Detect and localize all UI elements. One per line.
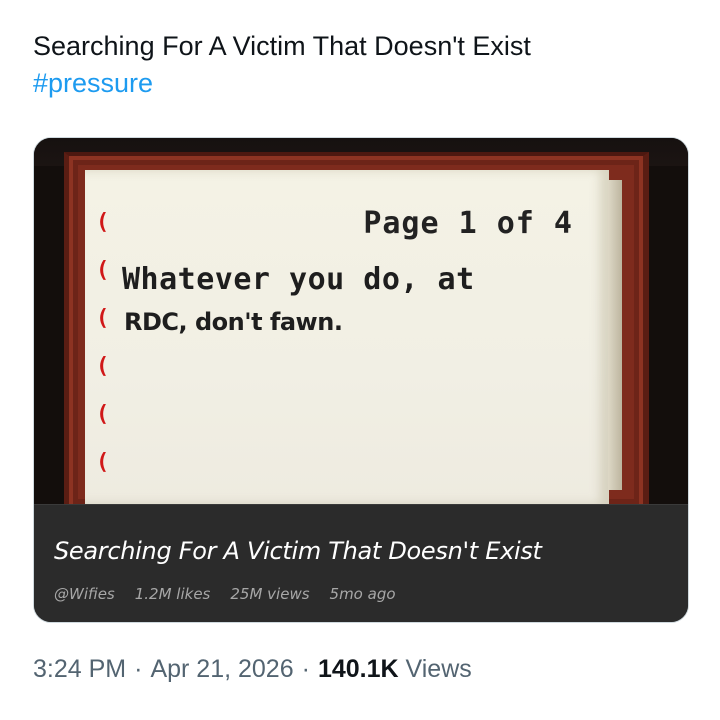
views-count: 140.1K xyxy=(317,655,399,683)
note-text-line-1: Whatever you do, at xyxy=(122,262,475,297)
media-thumbnail: ( ( ( ( ( ( Page 1 of 4 Whatever you do,… xyxy=(34,138,688,508)
post-date[interactable]: Apr 21, 2026 xyxy=(150,655,293,684)
video-likes: 1.2M likes xyxy=(134,585,211,603)
separator-dot: · xyxy=(134,655,143,683)
video-age: 5mo ago xyxy=(329,585,396,603)
binding-mark: ( xyxy=(96,210,110,235)
video-author: @Wifies xyxy=(54,585,115,603)
note-text-line-2: RDC, don't fawn. xyxy=(124,308,343,336)
tweet-body: Searching For A Victim That Doesn't Exis… xyxy=(33,31,531,61)
video-caption-bar: Searching For A Victim That Doesn't Exis… xyxy=(34,504,688,622)
note-page-number: Page 1 of 4 xyxy=(363,206,573,241)
views-label: Views xyxy=(405,655,472,683)
post-time[interactable]: 3:24 PM xyxy=(33,655,126,684)
binding-mark: ( xyxy=(96,450,110,475)
media-card[interactable]: ( ( ( ( ( ( Page 1 of 4 Whatever you do,… xyxy=(33,137,689,623)
video-meta: @Wifies 1.2M likes 25M views 5mo ago xyxy=(54,585,396,603)
binding-mark: ( xyxy=(96,402,110,427)
binding-mark: ( xyxy=(96,306,110,331)
hashtag-link[interactable]: #pressure xyxy=(33,65,693,102)
binding-mark: ( xyxy=(96,354,110,379)
video-views: 25M views xyxy=(230,585,310,603)
binding-mark: ( xyxy=(96,258,110,283)
tweet-text: Searching For A Victim That Doesn't Exis… xyxy=(33,28,693,102)
separator-dot: · xyxy=(301,655,310,683)
tweet-footer: 3:24 PM · Apr 21, 2026 · 140.1K Views xyxy=(33,655,472,684)
video-title: Searching For A Victim That Doesn't Exis… xyxy=(54,537,542,565)
